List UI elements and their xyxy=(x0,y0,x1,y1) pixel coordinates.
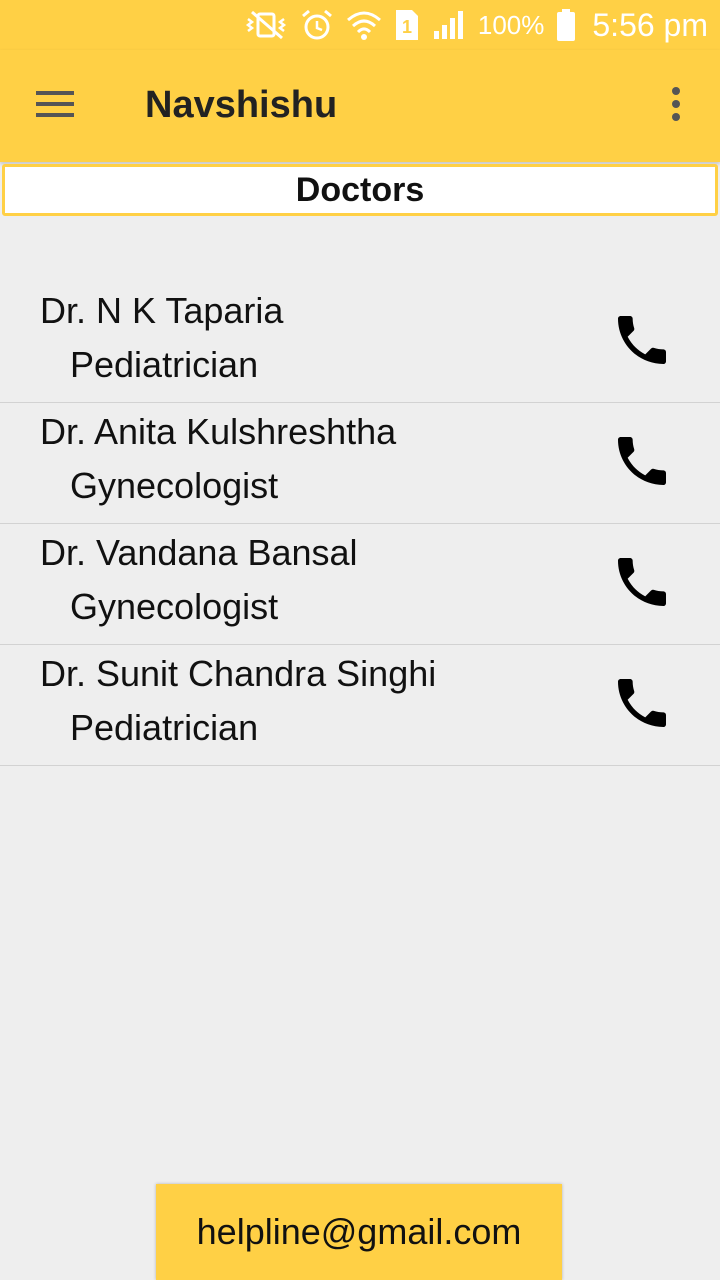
status-time: 5:56 pm xyxy=(592,6,708,43)
call-button[interactable] xyxy=(610,673,674,737)
phone-icon xyxy=(610,308,674,377)
helpline-email: helpline@gmail.com xyxy=(196,1211,522,1252)
doctor-specialty: Pediatrician xyxy=(70,707,259,748)
hamburger-menu-button[interactable] xyxy=(22,78,90,134)
phone-icon xyxy=(610,429,674,498)
more-vert-icon xyxy=(671,86,681,127)
doctor-specialty: Pediatrician xyxy=(70,344,259,385)
vibrate-off-icon xyxy=(244,8,288,42)
status-bar: 1 100% 5:56 pm xyxy=(0,0,720,50)
list-item[interactable]: Dr. Sunit Chandra Singhi Pediatrician xyxy=(0,645,720,766)
battery-percent: 100% xyxy=(477,9,545,40)
section-title: Doctors xyxy=(295,170,425,209)
doctor-name: Dr. N K Taparia xyxy=(40,290,284,331)
doctor-name: Dr. Sunit Chandra Singhi xyxy=(40,653,437,694)
battery-icon xyxy=(556,8,576,42)
section-header: Doctors xyxy=(2,164,718,216)
call-button[interactable] xyxy=(610,552,674,616)
app-title: Navshishu xyxy=(145,84,338,126)
call-button[interactable] xyxy=(610,431,674,495)
doctor-list: Dr. N K Taparia Pediatrician Dr. Anita K… xyxy=(0,282,720,766)
app-bar: Navshishu xyxy=(0,50,720,162)
doctor-specialty: Gynecologist xyxy=(70,465,279,506)
doctor-name: Dr. Anita Kulshreshtha xyxy=(40,411,397,452)
doctor-specialty: Gynecologist xyxy=(70,586,279,627)
wifi-icon xyxy=(346,8,382,42)
list-item[interactable]: Dr. N K Taparia Pediatrician xyxy=(0,282,720,403)
list-item[interactable]: Dr. Vandana Bansal Gynecologist xyxy=(0,524,720,645)
helpline-button[interactable]: helpline@gmail.com xyxy=(156,1184,562,1280)
overflow-menu-button[interactable] xyxy=(652,78,700,134)
sim-icon: 1 xyxy=(394,8,420,42)
doctor-name: Dr. Vandana Bansal xyxy=(40,532,358,573)
signal-icon xyxy=(432,8,466,42)
call-button[interactable] xyxy=(610,310,674,374)
alarm-icon xyxy=(300,8,334,42)
sim-slot-label: 1 xyxy=(402,17,412,37)
phone-icon xyxy=(610,550,674,619)
phone-icon xyxy=(610,671,674,740)
list-item[interactable]: Dr. Anita Kulshreshtha Gynecologist xyxy=(0,403,720,524)
hamburger-menu-icon xyxy=(36,89,76,124)
